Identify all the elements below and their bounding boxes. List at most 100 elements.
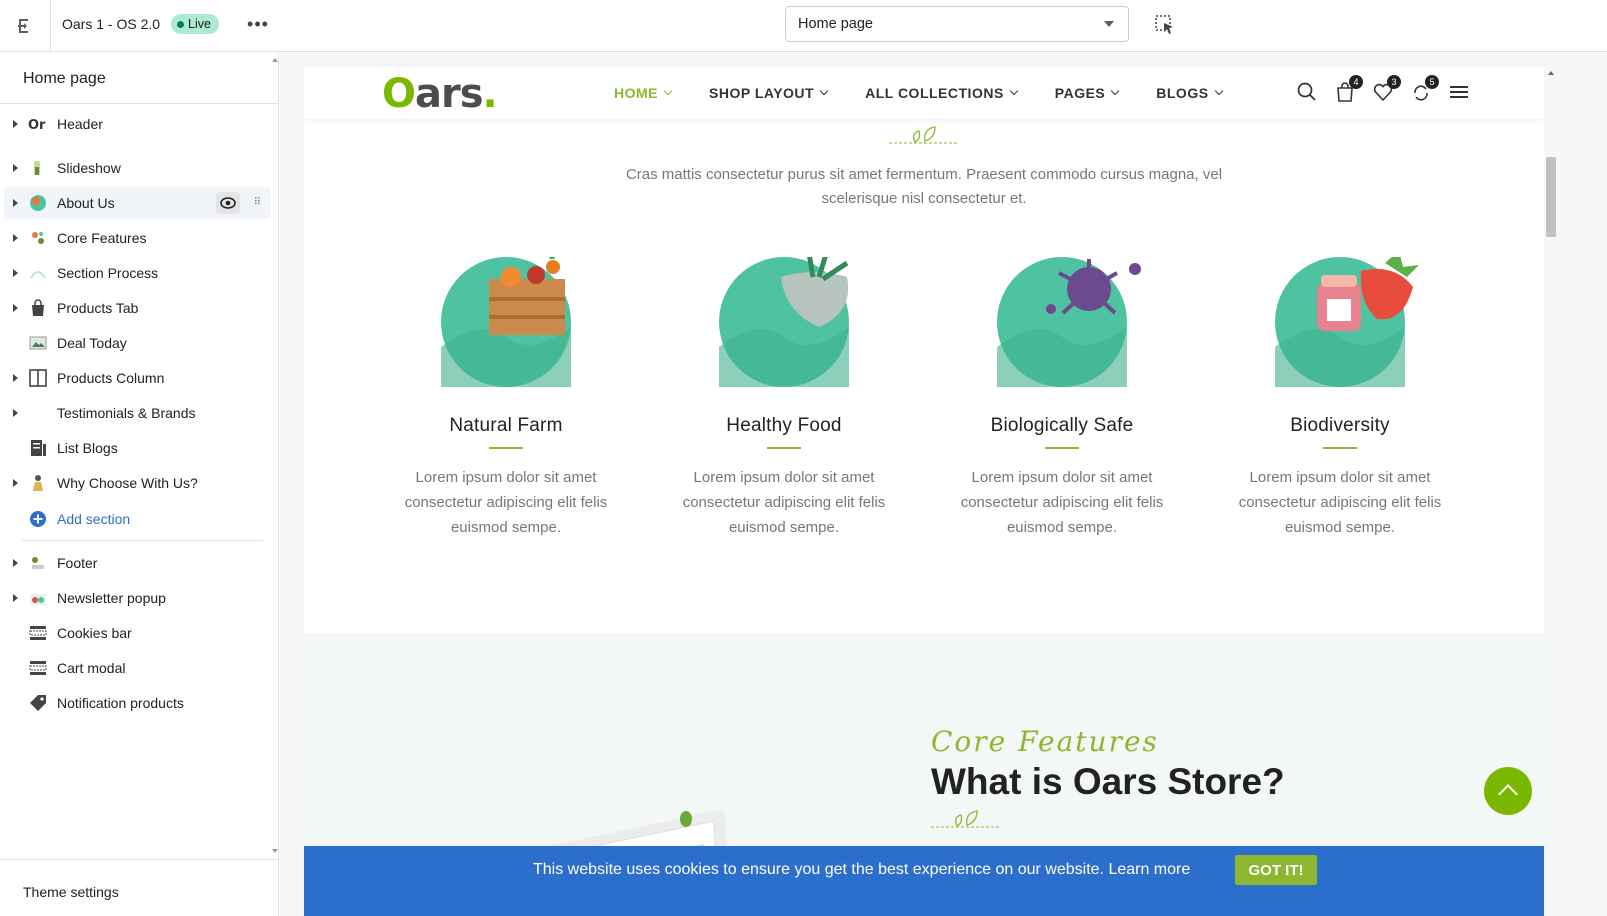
sidebar-item-label: Products Column xyxy=(57,370,165,386)
sidebar-item-testimonials-brands[interactable]: Testimonials & Brands xyxy=(4,397,270,429)
preview-scrollbar[interactable] xyxy=(1544,67,1558,916)
core-features-heading: What is Oars Store? xyxy=(931,761,1285,802)
divider xyxy=(22,540,263,541)
expand-arrow-icon[interactable] xyxy=(10,409,20,417)
feature-text: Lorem ipsum dolor sit amet consectetur a… xyxy=(960,469,1164,536)
add-section-button[interactable]: Add section xyxy=(4,503,270,535)
newsletter-thumb-icon xyxy=(28,588,48,608)
expand-arrow-icon[interactable] xyxy=(10,479,20,487)
about-thumb-icon xyxy=(28,193,48,213)
inspect-icon[interactable] xyxy=(1152,12,1178,38)
nav-all-collections[interactable]: ALL COLLECTIONS xyxy=(865,85,1019,101)
cart-icon[interactable]: 4 xyxy=(1335,75,1363,103)
hamburger-menu-icon[interactable] xyxy=(1449,81,1469,103)
sidebar-item-footer[interactable]: Footer xyxy=(4,547,270,579)
sidebar-item-section-process[interactable]: Section Process xyxy=(4,257,270,289)
header-icons: 4 3 5 xyxy=(1297,75,1469,103)
cookie-accept-button[interactable]: GOT IT! xyxy=(1235,855,1317,885)
chevron-down-icon xyxy=(663,86,673,96)
add-section-label: Add section xyxy=(57,511,131,527)
sidebar-item-newsletter-popup[interactable]: Newsletter popup xyxy=(4,582,270,614)
theme-settings-label: Theme settings xyxy=(23,884,119,900)
virus-icon xyxy=(997,257,1141,387)
feature-title: Healthy Food xyxy=(726,415,842,436)
cart-count-badge: 4 xyxy=(1349,75,1363,89)
sidebar-item-label: List Blogs xyxy=(57,440,118,456)
nav-shop-layout[interactable]: SHOP LAYOUT xyxy=(709,85,829,101)
sidebar-item-label: Newsletter popup xyxy=(57,590,166,606)
sidebar-item-header[interactable]: Or Header xyxy=(4,108,270,140)
sidebar-item-core-features[interactable]: Core Features xyxy=(4,222,270,254)
divider xyxy=(0,103,279,104)
scroll-down-icon[interactable] xyxy=(272,849,278,853)
sidebar-item-label: Testimonials & Brands xyxy=(57,405,196,421)
back-to-top-button[interactable] xyxy=(1484,767,1532,815)
exit-editor-button[interactable] xyxy=(0,0,51,52)
expand-arrow-icon[interactable] xyxy=(10,374,20,382)
sidebar-item-label: Cookies bar xyxy=(57,625,132,641)
compare-icon[interactable]: 5 xyxy=(1411,75,1439,103)
nav-home[interactable]: HOME xyxy=(614,85,673,101)
feature-card: Biologically Safe Lorem ipsum dolor sit … xyxy=(942,257,1182,540)
blog-icon xyxy=(28,438,48,458)
columns-icon xyxy=(28,368,48,388)
feature-text: Lorem ipsum dolor sit amet consectetur a… xyxy=(1238,469,1442,536)
wishlist-heart-icon[interactable]: 3 xyxy=(1373,75,1401,103)
live-status-badge: Live xyxy=(171,14,219,34)
sidebar-item-list-blogs[interactable]: List Blogs xyxy=(4,432,270,464)
expand-arrow-icon[interactable] xyxy=(10,120,20,128)
chevron-down-icon xyxy=(1111,86,1120,96)
header-thumb-icon: Or xyxy=(28,114,48,134)
expand-arrow-icon[interactable] xyxy=(10,164,20,172)
sidebar-item-label: Deal Today xyxy=(57,335,127,351)
cookie-message[interactable]: This website uses cookies to ensure you … xyxy=(533,861,1190,879)
drag-handle-icon[interactable]: ⠿ xyxy=(254,197,261,208)
expand-arrow-icon[interactable] xyxy=(10,234,20,242)
sidebar-item-label: Cart modal xyxy=(57,660,126,676)
expand-arrow-icon[interactable] xyxy=(10,269,20,277)
live-dot-icon xyxy=(177,20,184,28)
chevron-down-icon xyxy=(819,86,829,96)
scrollbar-thumb[interactable] xyxy=(1546,157,1556,237)
sidebar-scrollbar[interactable] xyxy=(272,53,279,859)
sidebar-item-label: Core Features xyxy=(57,230,147,246)
sidebar-item-cookies-bar[interactable]: Cookies bar xyxy=(4,617,270,649)
intro-text: Cras mattis consectetur purus sit amet f… xyxy=(625,166,1223,207)
sidebar-item-label: Header xyxy=(57,116,103,132)
expand-arrow-icon[interactable] xyxy=(10,559,20,567)
theme-settings-button[interactable]: Theme settings xyxy=(0,859,279,916)
search-icon[interactable] xyxy=(1297,81,1317,103)
sidebar-item-slideshow[interactable]: Slideshow xyxy=(4,152,270,184)
nav-blogs[interactable]: BLOGS xyxy=(1156,85,1223,101)
sidebar-item-products-tab[interactable]: Products Tab xyxy=(4,292,270,324)
feature-underline xyxy=(1323,447,1357,449)
blank-thumb-icon xyxy=(28,403,48,423)
sidebar-item-notification-products[interactable]: Notification products xyxy=(4,687,270,719)
sidebar-item-label: About Us xyxy=(57,195,115,211)
sidebar-item-cart-modal[interactable]: Cart modal xyxy=(4,652,270,684)
expand-arrow-icon[interactable] xyxy=(10,304,20,312)
farm-crate-icon xyxy=(441,257,571,387)
visibility-eye-icon[interactable] xyxy=(216,192,240,214)
site-header: Oars. HOME SHOP LAYOUT ALL COLLECTIONS P… xyxy=(304,67,1544,119)
live-badge-label: Live xyxy=(188,17,211,31)
expand-arrow-icon[interactable] xyxy=(10,199,20,207)
sidebar-item-deal-today[interactable]: Deal Today xyxy=(4,327,270,359)
sidebar-item-about-us[interactable]: About Us ⠿ xyxy=(4,187,270,219)
page-selector[interactable]: Home page xyxy=(785,6,1129,42)
wishlist-count-badge: 3 xyxy=(1387,75,1401,89)
footer-thumb-icon xyxy=(28,553,48,573)
sidebar-item-products-column[interactable]: Products Column xyxy=(4,362,270,394)
core-features-script-title: Core Features xyxy=(931,725,1159,758)
nav-pages[interactable]: PAGES xyxy=(1055,85,1120,101)
chevron-up-icon xyxy=(1498,784,1518,804)
feature-card: Healthy Food Lorem ipsum dolor sit amet … xyxy=(664,257,904,540)
scroll-up-icon[interactable] xyxy=(272,58,278,62)
caret-down-icon xyxy=(1104,21,1114,27)
more-actions-button[interactable]: ••• xyxy=(244,12,272,36)
site-logo[interactable]: Oars. xyxy=(382,71,498,117)
scroll-up-icon[interactable] xyxy=(1548,71,1554,75)
expand-arrow-icon[interactable] xyxy=(10,594,20,602)
leaf-divider-icon xyxy=(889,126,959,144)
sidebar-item-why-choose[interactable]: Why Choose With Us? xyxy=(4,467,270,499)
